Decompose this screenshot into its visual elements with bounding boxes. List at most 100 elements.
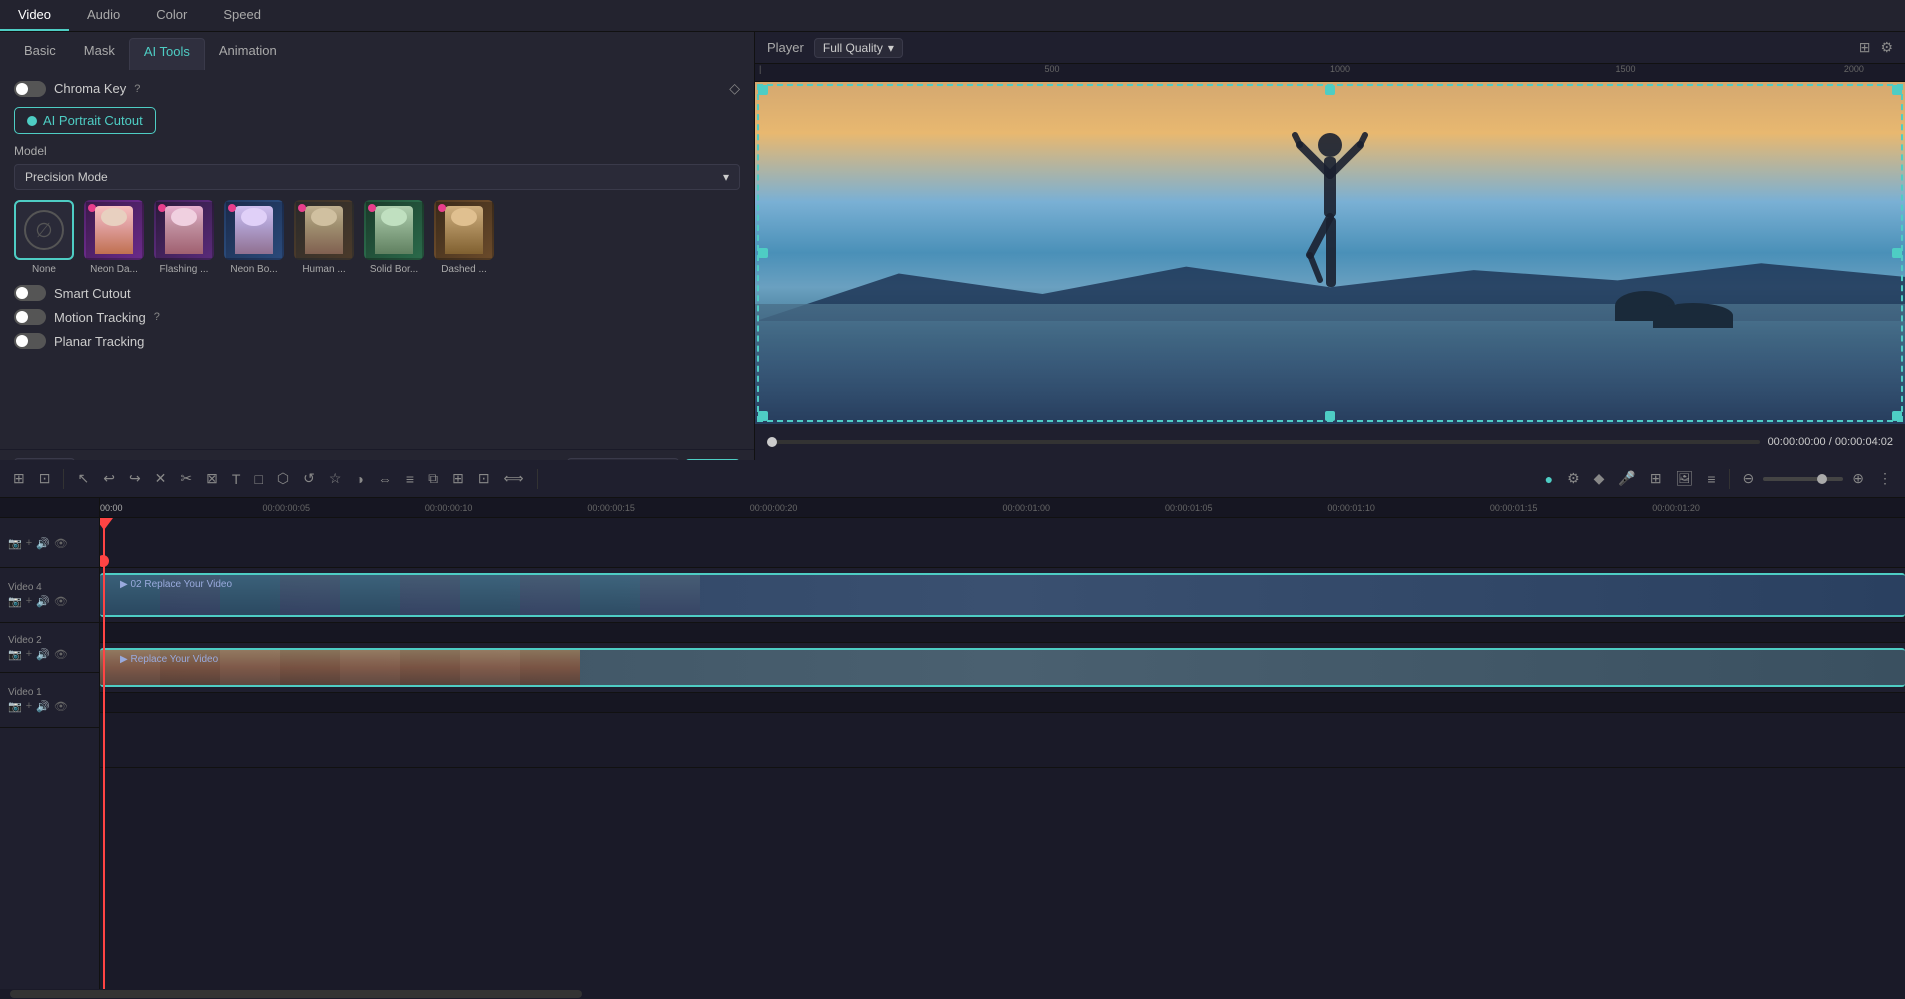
track-v1-icon-cam[interactable]: 📷 xyxy=(8,700,22,713)
tl-btn-cut[interactable]: ✂ xyxy=(175,467,197,490)
tl-btn-cursor[interactable]: ↖ xyxy=(72,467,94,490)
track-5-icon-cam[interactable]: 📷 xyxy=(8,537,22,550)
tl-btn-record[interactable]: ● xyxy=(1540,468,1558,490)
ai-portrait-button[interactable]: AI Portrait Cutout xyxy=(14,107,156,134)
time-mark-10: 00:00:00:10 xyxy=(425,503,473,513)
top-tab-bar: Video Audio Color Speed xyxy=(0,0,1905,32)
effect-neon-bo[interactable]: Neon Bo... xyxy=(224,200,284,275)
scroll-thumb[interactable] xyxy=(10,990,582,998)
tl-btn-redo[interactable]: ↪ xyxy=(124,467,146,490)
tl-btn-image[interactable]: 🖼 xyxy=(1671,467,1699,490)
tl-btn-layers[interactable]: ≡ xyxy=(401,468,419,490)
track-labels: 📷 + 🔊 👁 Video 4 📷 + 🔊 👁 Video 2 xyxy=(0,498,100,989)
effect-human-thumb xyxy=(294,200,354,260)
effect-human[interactable]: Human ... xyxy=(294,200,354,275)
track-v1-icon-eye[interactable]: 👁 xyxy=(54,700,68,713)
ai-portrait-label: AI Portrait Cutout xyxy=(43,113,143,128)
chroma-key-pin-icon[interactable]: ◇ xyxy=(729,80,740,97)
effect-dashed[interactable]: Dashed ... xyxy=(434,200,494,275)
video2-clip[interactable]: ▶ Replace Your Video xyxy=(100,648,1905,687)
thumb-6 xyxy=(400,575,460,615)
scroll-bar[interactable] xyxy=(0,989,1905,999)
tl-btn-select[interactable]: ⊡ xyxy=(34,467,56,490)
effect-solid-bor[interactable]: Solid Bor... xyxy=(364,200,424,275)
planar-tracking-toggle[interactable] xyxy=(14,333,46,349)
video4-clip[interactable]: ▶ 02 Replace Your Video xyxy=(100,573,1905,617)
time-mark-0: 00:00 xyxy=(100,503,123,513)
tab-mask[interactable]: Mask xyxy=(70,38,129,70)
zoom-slider[interactable] xyxy=(1763,477,1843,481)
tab-animation[interactable]: Animation xyxy=(205,38,291,70)
track-5-icon-eye[interactable]: 👁 xyxy=(54,537,68,550)
tl-btn-settings2[interactable]: ⚙ xyxy=(1562,467,1585,490)
track-v2-icon-add[interactable]: + xyxy=(26,648,32,661)
tl-btn-ungroup[interactable]: ⊡ xyxy=(473,467,495,490)
tl-btn-grid2[interactable]: ⊞ xyxy=(1645,467,1667,490)
tab-audio[interactable]: Audio xyxy=(69,0,138,31)
tab-ai-tools[interactable]: AI Tools xyxy=(129,38,205,70)
track-row-video2[interactable]: ▶ Replace Your Video xyxy=(100,643,1905,693)
motion-tracking-help-icon[interactable]: ? xyxy=(154,311,160,323)
track-v2-icon-cam[interactable]: 📷 xyxy=(8,648,22,661)
track-row-video4[interactable]: ▶ 02 Replace Your Video xyxy=(100,568,1905,623)
tl-btn-duplicate[interactable]: ⧉ xyxy=(423,467,443,490)
effect-solid-bor-dot xyxy=(368,204,376,212)
track-v4-icon-eye[interactable]: 👁 xyxy=(54,595,68,608)
tl-btn-effect[interactable]: ⬡ xyxy=(272,467,294,490)
chroma-key-toggle[interactable] xyxy=(14,81,46,97)
quality-select[interactable]: Full Quality ▾ xyxy=(814,38,903,58)
tl-btn-zoom-in[interactable]: ⊕ xyxy=(1847,467,1869,490)
tl-btn-rotate[interactable]: ↺ xyxy=(298,467,320,490)
effect-solid-bor-label: Solid Bor... xyxy=(370,264,418,275)
smart-cutout-toggle[interactable] xyxy=(14,285,46,301)
track-v1-icon-add[interactable]: + xyxy=(26,700,32,713)
player-header: Player Full Quality ▾ ⊞ ⚙ xyxy=(755,32,1905,64)
tl-btn-text[interactable]: T xyxy=(227,468,246,490)
tl-btn-crop[interactable]: ⊠ xyxy=(201,467,223,490)
tab-speed[interactable]: Speed xyxy=(205,0,279,31)
motion-tracking-toggle[interactable] xyxy=(14,309,46,325)
track-5-icon-add[interactable]: + xyxy=(26,537,32,550)
progress-bar[interactable] xyxy=(767,440,1760,444)
tl-btn-split[interactable]: ◑ xyxy=(350,468,368,490)
thumb-5 xyxy=(340,575,400,615)
tl-btn-diamond[interactable]: ◆ xyxy=(1589,467,1610,490)
time-mark-20: 00:00:00:20 xyxy=(750,503,798,513)
tl-btn-expand[interactable]: ⇔ xyxy=(373,468,397,490)
track-v4-icon-cam[interactable]: 📷 xyxy=(8,595,22,608)
zoom-slider-thumb[interactable] xyxy=(1817,474,1827,484)
tl-btn-shape[interactable]: □ xyxy=(249,468,267,490)
v2-thumb-7 xyxy=(460,650,520,685)
track-v4-icon-vol[interactable]: 🔊 xyxy=(36,595,50,608)
tl-btn-undo[interactable]: ↩ xyxy=(98,467,120,490)
chroma-key-help-icon[interactable]: ? xyxy=(134,83,140,95)
effect-flashing[interactable]: Flashing ... xyxy=(154,200,214,275)
media-tab-bar: Basic Mask AI Tools Animation xyxy=(0,32,754,70)
tl-btn-more[interactable]: ⋮ xyxy=(1873,467,1897,490)
tl-btn-zoom-out[interactable]: ⊖ xyxy=(1738,467,1760,490)
track-v1-icon-vol[interactable]: 🔊 xyxy=(36,700,50,713)
track-5-icon-vol[interactable]: 🔊 xyxy=(36,537,50,550)
progress-dot[interactable] xyxy=(767,437,777,447)
track-video1-icons: 📷 + 🔊 👁 xyxy=(8,700,91,713)
tl-btn-link[interactable]: ⟺ xyxy=(499,467,529,490)
tab-video[interactable]: Video xyxy=(0,0,69,31)
tl-btn-star[interactable]: ☆ xyxy=(324,467,347,490)
tl-btn-group[interactable]: ⊞ xyxy=(447,467,469,490)
tab-basic[interactable]: Basic xyxy=(10,38,70,70)
effect-none[interactable]: ∅ None xyxy=(14,200,74,275)
tl-btn-delete[interactable]: ✕ xyxy=(150,467,172,490)
track-v2-icon-vol[interactable]: 🔊 xyxy=(36,648,50,661)
track-v2-icon-eye[interactable]: 👁 xyxy=(54,648,68,661)
tl-btn-mic[interactable]: 🎤 xyxy=(1613,467,1640,490)
effect-neon-da[interactable]: Neon Da... xyxy=(84,200,144,275)
grid-icon[interactable]: ⊞ xyxy=(1859,39,1871,56)
tl-btn-list[interactable]: ≡ xyxy=(1702,468,1720,490)
track-label-video1: Video 1 📷 + 🔊 👁 xyxy=(0,673,99,728)
model-select[interactable]: Precision Mode ▾ xyxy=(14,164,740,190)
tl-separator-3 xyxy=(1729,469,1730,489)
track-v4-icon-add[interactable]: + xyxy=(26,595,32,608)
settings-icon[interactable]: ⚙ xyxy=(1880,39,1893,56)
tab-color[interactable]: Color xyxy=(138,0,205,31)
tl-btn-grid[interactable]: ⊞ xyxy=(8,467,30,490)
